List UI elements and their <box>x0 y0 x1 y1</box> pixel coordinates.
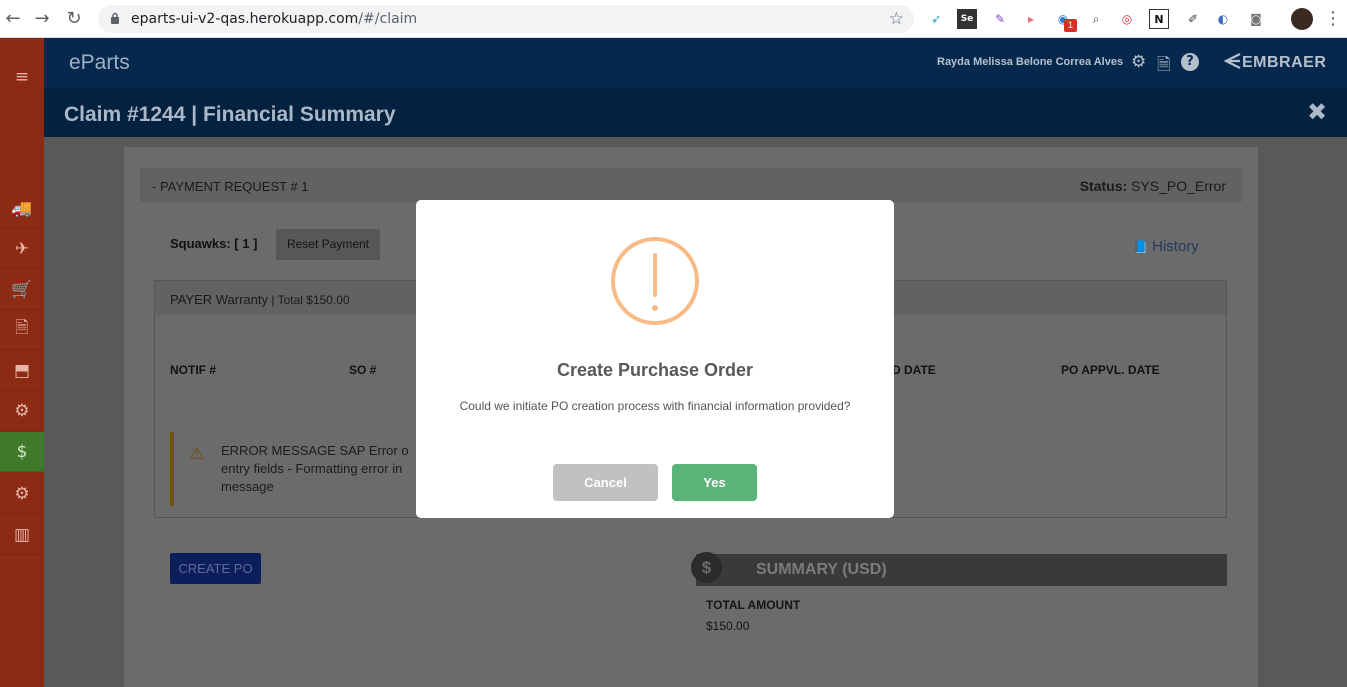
title-bar: Claim #1244 | Financial Summary ✖ <box>44 88 1347 137</box>
column-header-so: SO # <box>349 363 377 377</box>
column-header-date: D DATE <box>892 363 936 377</box>
dialog-message: Could we initiate PO creation process wi… <box>459 399 851 413</box>
extension-n-icon[interactable]: N <box>1149 9 1169 29</box>
status-label: Status: <box>1079 178 1128 194</box>
history-book-icon: 📘 <box>1133 240 1148 254</box>
url-path: /#/claim <box>358 11 418 27</box>
embraer-logo: EMBRAER <box>1222 53 1326 72</box>
payer-title: PAYER Warranty | Total $150.00 <box>170 292 350 307</box>
user-name[interactable]: Rayda Melissa Belone Correa Alves <box>937 56 1123 68</box>
brand-logo[interactable]: eParts <box>69 51 130 75</box>
help-icon[interactable]: ? <box>1181 53 1199 71</box>
url-text: eparts-ui-v2-qas.herokuapp.com/#/claim <box>131 11 417 27</box>
sidebar-exchange-icon[interactable]: ⚙ <box>0 391 44 431</box>
bookmark-star-icon[interactable]: ☆ <box>889 9 904 29</box>
back-icon[interactable]: ← <box>2 8 24 30</box>
history-label: History <box>1152 238 1199 255</box>
payment-request-title: - PAYMENT REQUEST # 1 <box>152 179 309 194</box>
dollar-coin-icon: $ <box>691 552 722 583</box>
reload-icon[interactable]: ↻ <box>63 8 85 30</box>
status-value: SYS_PO_Error <box>1131 178 1226 194</box>
extension-selenium-icon[interactable]: Se <box>957 9 977 29</box>
total-amount-label: TOTAL AMOUNT <box>706 598 801 612</box>
document-icon[interactable]: 🗎 <box>1157 52 1171 81</box>
payment-request-header[interactable]: - PAYMENT REQUEST # 1 Status: SYS_PO_Err… <box>140 168 1242 202</box>
error-message: ERROR MESSAGE SAP Error o entry fields -… <box>221 443 409 494</box>
column-header-po-appvl-date: PO APPVL. DATE <box>1061 363 1160 377</box>
extension-spiral-icon[interactable]: ◎ <box>1117 9 1137 29</box>
sidebar-truck-icon[interactable]: 🚚 <box>0 189 44 229</box>
squawks-count: Squawks: [ 1 ] <box>170 236 258 251</box>
sidebar-airplane-icon[interactable]: ✈ <box>0 229 44 269</box>
sidebar-settings-icon[interactable]: ⚙ <box>0 474 44 514</box>
extension-badge-count: 1 <box>1064 19 1077 32</box>
close-icon[interactable]: ✖ <box>1307 98 1327 126</box>
settings-gear-icon[interactable]: ⚙ <box>1131 52 1146 72</box>
warning-dot <box>652 305 658 311</box>
avatar[interactable] <box>1291 8 1313 30</box>
payer-name: PAYER Warranty <box>170 292 269 307</box>
sidebar-financial-icon[interactable]: $ <box>0 432 44 472</box>
extension-scan-icon[interactable]: ⌕ <box>1086 9 1106 29</box>
create-po-dialog: Create Purchase Order Could we initiate … <box>416 200 894 518</box>
column-header-notif: NOTIF # <box>170 363 217 377</box>
extension-eyedropper-icon[interactable]: ✐ <box>1183 9 1203 29</box>
history-link[interactable]: 📘 History <box>1133 238 1199 255</box>
address-bar[interactable]: eparts-ui-v2-qas.herokuapp.com/#/claim ☆ <box>98 5 914 33</box>
url-host: eparts-ui-v2-qas.herokuapp.com <box>131 11 359 27</box>
cancel-button[interactable]: Cancel <box>553 464 658 501</box>
lock-icon <box>111 12 119 24</box>
warning-circle-icon <box>611 237 699 325</box>
sidebar-cart-icon[interactable]: 🛒 <box>0 270 44 310</box>
create-po-button[interactable]: CREATE PO <box>170 553 261 584</box>
page-title: Claim #1244 | Financial Summary <box>64 103 396 126</box>
browser-menu-icon[interactable]: ⋮ <box>1322 8 1344 30</box>
total-amount-value: $150.00 <box>706 619 750 633</box>
sidebar-menu-icon[interactable]: ≡ <box>0 57 44 97</box>
embraer-logo-text: EMBRAER <box>1242 54 1327 71</box>
extension-circle-icon[interactable]: ◐ <box>1213 9 1233 29</box>
status-badge: Status: SYS_PO_Error <box>1080 178 1226 194</box>
sidebar-chart-icon[interactable]: ▥ <box>0 515 44 555</box>
top-bar: eParts Rayda Melissa Belone Correa Alves… <box>44 38 1347 88</box>
dialog-title: Create Purchase Order <box>556 360 754 380</box>
payer-total: | Total $150.00 <box>268 293 350 307</box>
sidebar-document-icon[interactable]: 🗎 <box>0 310 44 350</box>
error-message-box: ⚠ ERROR MESSAGE SAP Error o entry fields… <box>170 432 430 506</box>
extension-camera-icon[interactable]: ◙ <box>1246 9 1266 29</box>
extension-feather-icon[interactable]: ✎ <box>990 9 1010 29</box>
reset-payment-button[interactable]: Reset Payment <box>276 229 380 260</box>
extension-play-icon[interactable]: ▸ <box>1021 9 1041 29</box>
summary-title: SUMMARY (USD) <box>756 561 887 578</box>
extension-wing-icon[interactable]: ➶ <box>926 9 946 29</box>
browser-toolbar: ← → ↻ eparts-ui-v2-qas.herokuapp.com/#/c… <box>0 0 1347 38</box>
forward-icon[interactable]: → <box>31 8 53 30</box>
embraer-arrow-icon <box>1223 53 1241 69</box>
sidebar: ≡ 🚚 ✈ 🛒 🗎 ⬒ ⚙ $ ⚙ ▥ <box>0 38 44 687</box>
warning-bar <box>653 253 657 297</box>
sidebar-box-return-icon[interactable]: ⬒ <box>0 351 44 391</box>
yes-button[interactable]: Yes <box>672 464 757 501</box>
warning-icon: ⚠ <box>189 444 205 464</box>
